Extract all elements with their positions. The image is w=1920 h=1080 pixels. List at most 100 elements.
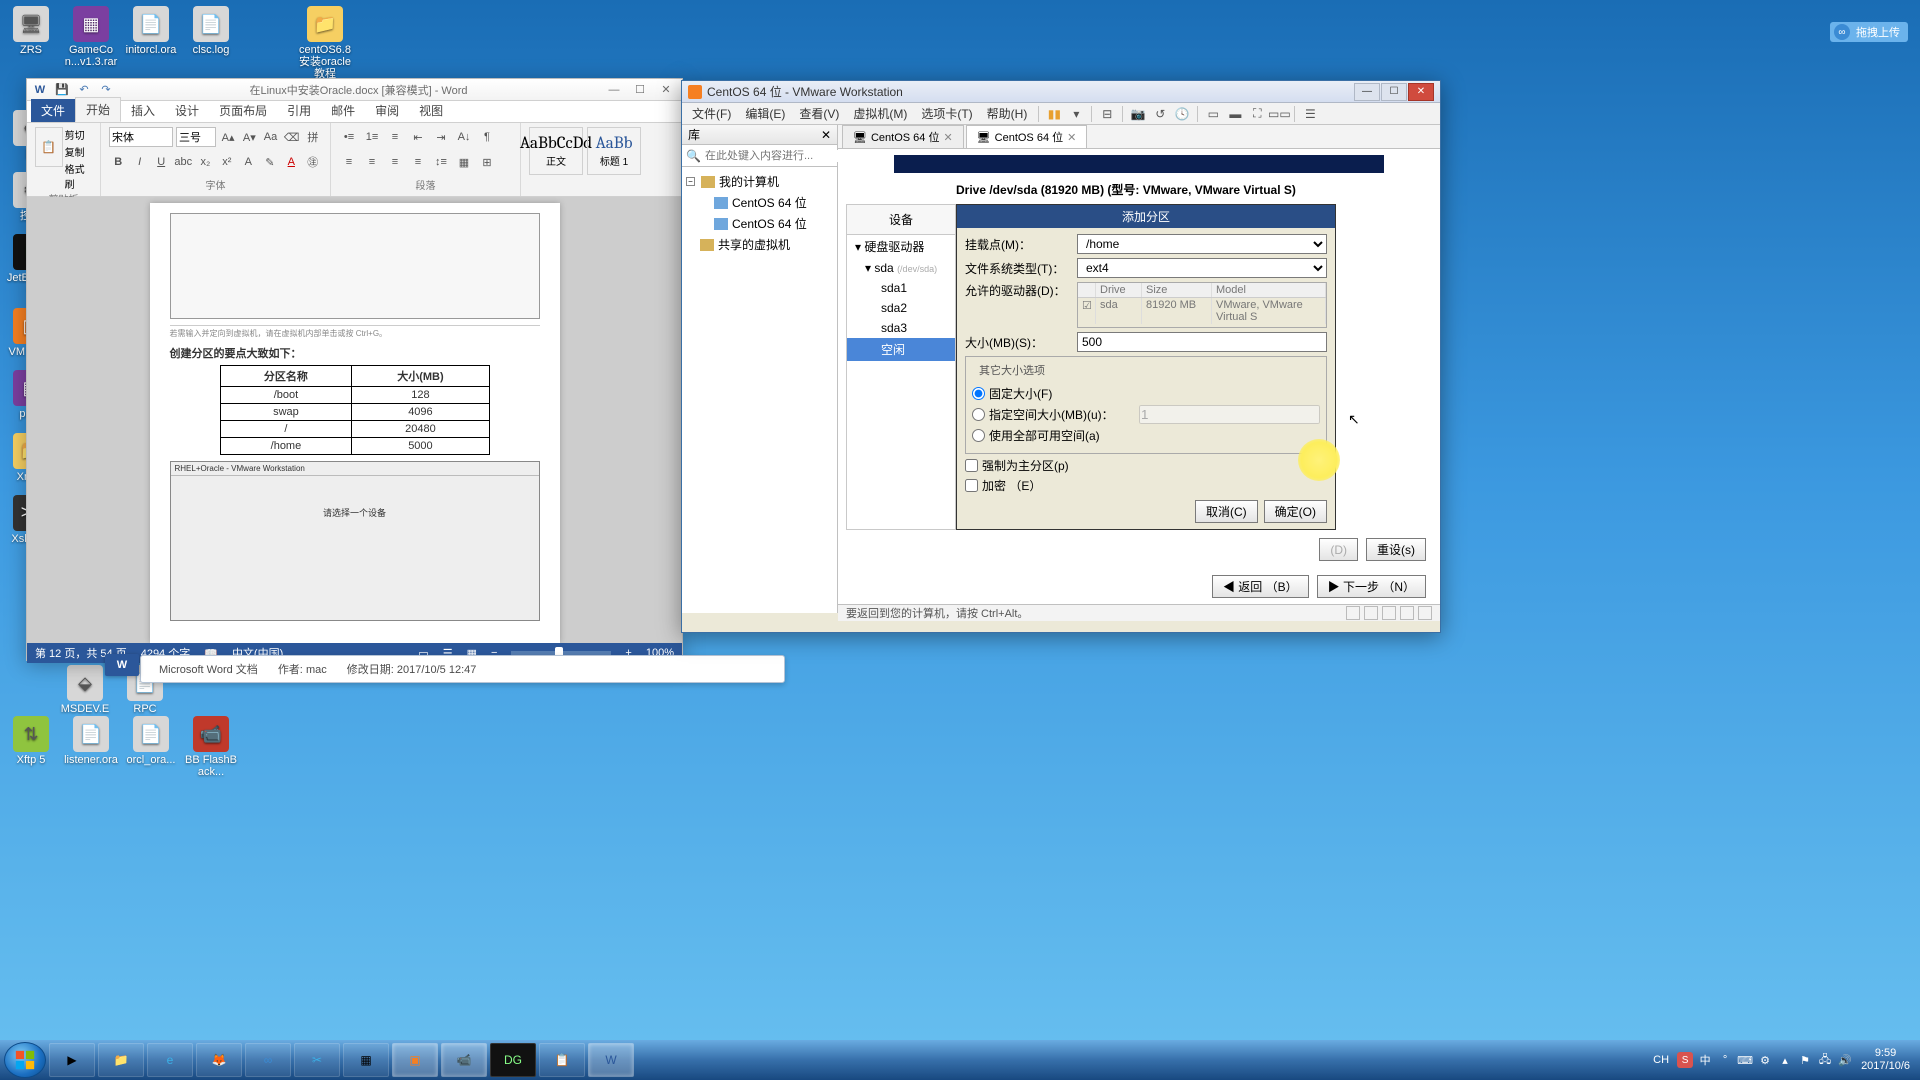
power-dropdown-icon[interactable]: ▾	[1066, 105, 1086, 123]
style-heading1[interactable]: AaBb标题 1	[587, 127, 641, 175]
desktop-icon-xftp[interactable]: ⇅Xftp 5	[4, 716, 58, 778]
taskbar-app3[interactable]: ▦	[343, 1043, 389, 1077]
vmware-titlebar[interactable]: CentOS 64 位 - VMware Workstation — ☐ ✕	[682, 81, 1440, 103]
tray-punct-icon[interactable]: °	[1717, 1052, 1733, 1068]
desktop-icon-clsclog[interactable]: 📄clsc.log	[184, 6, 238, 80]
device-sda[interactable]: ▾ sda (/dev/sda)	[847, 258, 955, 278]
line-spacing-icon[interactable]: ↕≡	[431, 152, 451, 172]
multilevel-icon[interactable]: ≡	[385, 127, 405, 147]
bullets-icon[interactable]: •≡	[339, 127, 359, 147]
taskbar-word[interactable]: W	[588, 1043, 634, 1077]
close-tab-icon[interactable]: ✕	[943, 131, 952, 144]
tab-home[interactable]: 开始	[75, 97, 121, 122]
ime-ch[interactable]: CH	[1653, 1054, 1669, 1066]
tab-view[interactable]: 视图	[409, 99, 453, 122]
taskbar-flashback[interactable]: 📹	[441, 1043, 487, 1077]
taskbar-app1[interactable]: ∞	[245, 1043, 291, 1077]
menu-file[interactable]: 文件(F)	[686, 103, 737, 124]
font-name-select[interactable]	[109, 127, 173, 147]
close-tab-icon[interactable]: ✕	[1067, 131, 1076, 144]
tree-vm-2[interactable]: CentOS 64 位	[684, 213, 835, 234]
fs-type-select[interactable]: ext4	[1077, 258, 1327, 278]
tree-root[interactable]: −我的计算机	[684, 171, 835, 192]
undo-icon[interactable]: ↶	[75, 81, 93, 99]
ime-brand-icon[interactable]: S	[1677, 1052, 1693, 1068]
desktop-icon-initorcl[interactable]: 📄initorcl.ora	[124, 6, 178, 80]
snapshot-icon[interactable]: ⊟	[1097, 105, 1117, 123]
tray-action-icon[interactable]: ⚑	[1797, 1052, 1813, 1068]
subscript-icon[interactable]: x₂	[196, 152, 214, 172]
tab-review[interactable]: 审阅	[365, 99, 409, 122]
italic-icon[interactable]: I	[130, 152, 148, 172]
mount-point-select[interactable]: /home	[1077, 234, 1327, 254]
allowed-drives-table[interactable]: Drive Size Model ☑ sda 81920 MB VMware, …	[1077, 282, 1327, 328]
tray-keyboard-icon[interactable]: ⌨	[1737, 1052, 1753, 1068]
maximize-icon[interactable]: ☐	[1381, 83, 1407, 101]
snapshot-take-icon[interactable]: 📷	[1128, 105, 1148, 123]
chk-primary[interactable]	[965, 459, 978, 472]
back-button[interactable]: ◀ 返回 （B）	[1212, 575, 1309, 598]
device-free[interactable]: 空闲	[847, 338, 955, 361]
tab-insert[interactable]: 插入	[121, 99, 165, 122]
tray-volume-icon[interactable]: 🔊	[1837, 1052, 1853, 1068]
taskbar-explorer[interactable]: 📁	[98, 1043, 144, 1077]
view-fullscreen-icon[interactable]: ⛶	[1247, 105, 1267, 123]
pause-icon[interactable]: ▮▮	[1044, 105, 1064, 123]
superscript-icon[interactable]: x²	[218, 152, 236, 172]
ok-button[interactable]: 确定(O)	[1264, 500, 1327, 523]
tree-vm-1[interactable]: CentOS 64 位	[684, 192, 835, 213]
clear-format-icon[interactable]: ⌫	[283, 127, 301, 147]
vm-guest-content[interactable]: Drive /dev/sda (81920 MB) (型号: VMware, V…	[838, 149, 1440, 604]
copy-button[interactable]: 复制	[65, 144, 92, 159]
increase-indent-icon[interactable]: ⇥	[431, 127, 451, 147]
taskbar-app2[interactable]: ✂	[294, 1043, 340, 1077]
upload-badge[interactable]: ∞ 拖拽上传	[1830, 22, 1908, 42]
font-color-icon[interactable]: A	[282, 152, 300, 172]
snapshot-revert-icon[interactable]: ↺	[1150, 105, 1170, 123]
font-size-select[interactable]	[176, 127, 216, 147]
text-effects-icon[interactable]: A	[239, 152, 257, 172]
strike-icon[interactable]: abc	[173, 152, 193, 172]
taskbar-media[interactable]: ▶	[49, 1043, 95, 1077]
desktop-icon-gamecon[interactable]: ▦GameCon...v1.3.rar	[64, 6, 118, 80]
menu-help[interactable]: 帮助(H)	[981, 103, 1034, 124]
menu-tabs[interactable]: 选项卡(T)	[915, 103, 978, 124]
borders-icon[interactable]: ⊞	[477, 152, 497, 172]
tab-mailings[interactable]: 邮件	[321, 99, 365, 122]
cut-button[interactable]: 剪切	[65, 127, 92, 142]
status-cd-icon[interactable]	[1364, 606, 1378, 620]
tray-clock[interactable]: 9:59 2017/10/6	[1861, 1047, 1910, 1073]
word-document-area[interactable]: 若需输入并定向到虚拟机，请在虚拟机内部单击或按 Ctrl+G。 创建分区的要点大…	[27, 197, 682, 643]
device-sda2[interactable]: sda2	[847, 298, 955, 318]
cancel-button[interactable]: 取消(C)	[1195, 500, 1258, 523]
tab-file[interactable]: 文件	[31, 99, 75, 122]
decrease-indent-icon[interactable]: ⇤	[408, 127, 428, 147]
align-right-icon[interactable]: ≡	[385, 152, 405, 172]
tab-layout[interactable]: 页面布局	[209, 99, 277, 122]
reset-button[interactable]: 重设(s)	[1366, 538, 1426, 561]
vm-tab-1[interactable]: 🖥CentOS 64 位✕	[842, 125, 964, 148]
start-button[interactable]	[4, 1042, 46, 1078]
close-icon[interactable]: ✕	[654, 81, 678, 99]
tab-design[interactable]: 设计	[165, 99, 209, 122]
format-painter-button[interactable]: 格式刷	[65, 161, 92, 191]
close-library-icon[interactable]: ✕	[821, 128, 831, 142]
view-multimonitor-icon[interactable]: ▭▭	[1269, 105, 1289, 123]
desktop-icon-orclora[interactable]: 📄orcl_ora...	[124, 716, 178, 778]
desktop-icon-centos-tutorial[interactable]: 📁centOS6.8安装oracle教程	[298, 6, 352, 80]
taskbar-ie[interactable]: e	[147, 1043, 193, 1077]
align-center-icon[interactable]: ≡	[362, 152, 382, 172]
tree-shared[interactable]: 共享的虚拟机	[684, 234, 835, 255]
next-button[interactable]: ▶ 下一步 （N）	[1317, 575, 1426, 598]
vm-tab-2[interactable]: 🖥CentOS 64 位✕	[966, 125, 1088, 148]
fill-size-input[interactable]	[1139, 405, 1320, 424]
minimize-icon[interactable]: —	[602, 81, 626, 99]
desktop-icon-listener[interactable]: 📄listener.ora	[64, 716, 118, 778]
taskbar-datagrip[interactable]: DG	[490, 1043, 536, 1077]
radio-fixed[interactable]	[972, 387, 985, 400]
maximize-icon[interactable]: ☐	[628, 81, 652, 99]
snapshot-manage-icon[interactable]: 🕓	[1172, 105, 1192, 123]
numbering-icon[interactable]: 1≡	[362, 127, 382, 147]
tray-settings-icon[interactable]: ⚙	[1757, 1052, 1773, 1068]
size-input[interactable]	[1077, 332, 1327, 352]
